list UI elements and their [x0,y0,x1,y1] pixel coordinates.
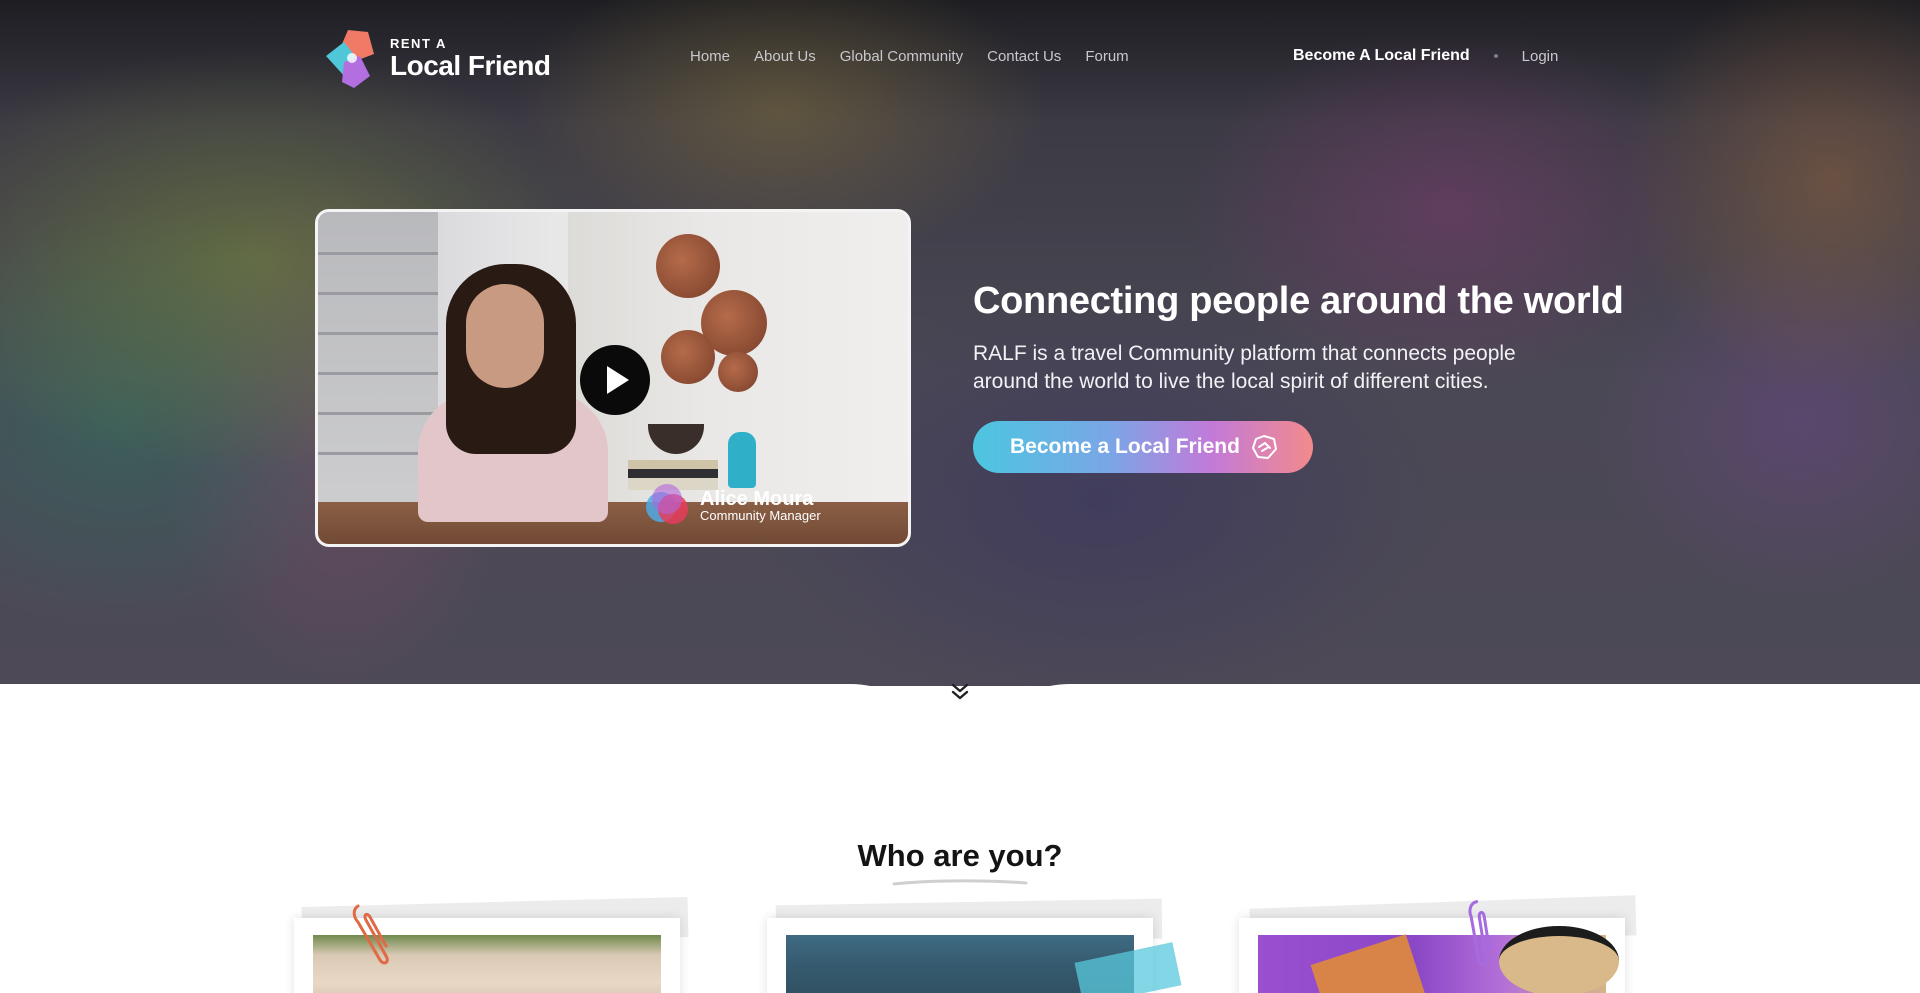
video-scene-plate [661,330,715,384]
friend-hands-icon [1251,435,1277,459]
main-nav: Home About Us Global Community Contact U… [690,48,1129,65]
hero-title: Connecting people around the world [973,280,1624,322]
title-underline [892,879,1028,886]
speaker-name: Alice Moura [700,487,814,510]
nav-contact-us[interactable]: Contact Us [987,48,1061,65]
speaker-role: Community Manager [700,507,821,523]
nav-about-us[interactable]: About Us [754,48,816,65]
double-chevron-down-icon[interactable] [948,680,972,704]
video-person-face [466,284,544,388]
video-scene-plate [718,352,758,392]
role-card-host[interactable] [1239,918,1625,993]
play-button[interactable] [580,345,650,415]
hero-description: RALF is a travel Community platform that… [973,342,1516,393]
cta-label: Become a Local Friend [1010,435,1240,458]
section-title: Who are you? [857,838,1063,873]
become-local-friend-button[interactable]: Become a Local Friend [973,421,1313,473]
hat-image [1499,926,1619,993]
login-link[interactable]: Login [1522,48,1559,65]
nav-forum[interactable]: Forum [1085,48,1128,65]
video-scene-plate [656,234,720,298]
header-actions: Become A Local Friend Login [1293,47,1558,65]
caption-logo-icon [644,484,690,526]
nav-global-community[interactable]: Global Community [840,48,963,65]
paper-clip-icon [352,904,389,965]
logo[interactable]: RENT A Local Friend [318,26,558,90]
logo-small-text: RENT A [390,35,447,51]
video-scene-figurine [728,432,756,488]
intro-video[interactable]: Alice Moura Community Manager [315,209,911,547]
logo-big-text: Local Friend [390,49,551,81]
logo-mark-icon [318,26,382,90]
video-scene-table [318,502,908,544]
video-caption: Alice Moura Community Manager [644,484,821,526]
hero-section [0,0,1920,686]
play-icon [607,366,629,394]
separator-dot [1493,54,1498,58]
nav-home[interactable]: Home [690,48,730,65]
become-local-friend-link[interactable]: Become A Local Friend [1293,47,1470,65]
